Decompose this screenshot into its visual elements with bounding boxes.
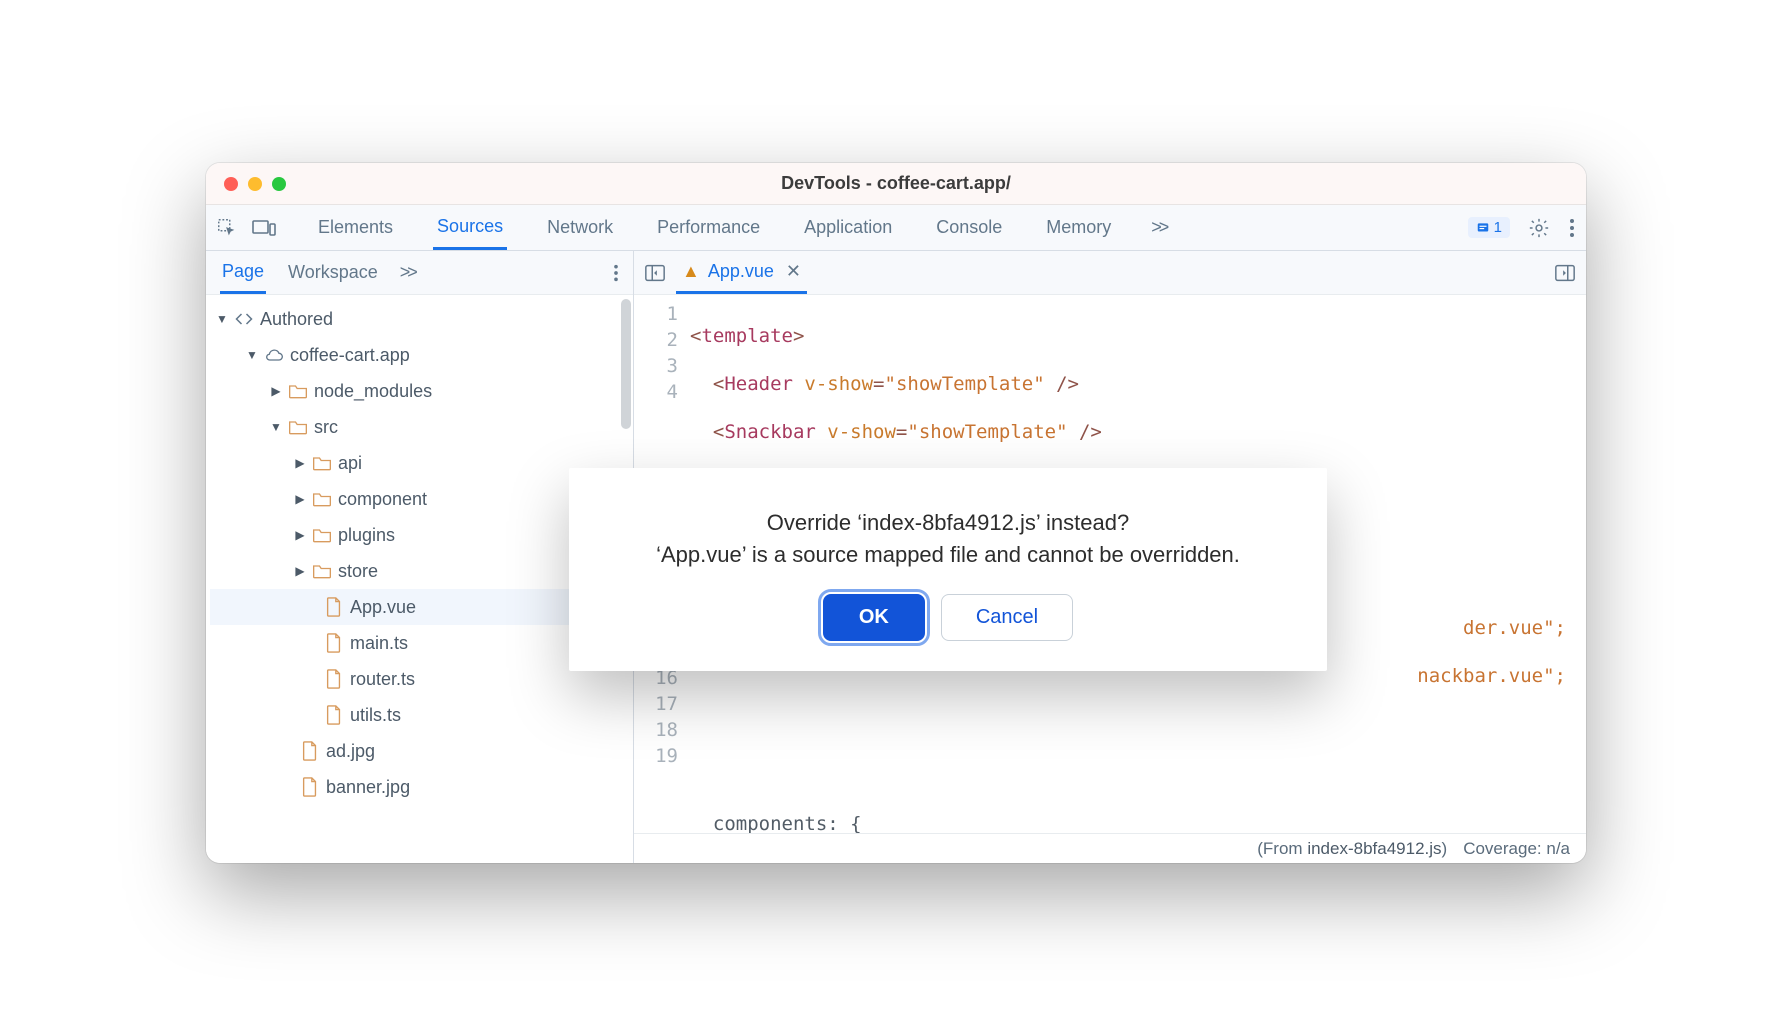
tree-label: main.ts: [350, 633, 408, 654]
tree-main-ts[interactable]: main.ts: [210, 625, 629, 661]
folder-icon: [312, 561, 332, 581]
tab-elements[interactable]: Elements: [314, 207, 397, 248]
coverage-status: Coverage: n/a: [1463, 839, 1570, 859]
ok-button[interactable]: OK: [823, 594, 925, 641]
warning-icon: ▲: [682, 261, 700, 282]
more-subtabs-icon[interactable]: >>: [400, 262, 415, 283]
close-tab-icon[interactable]: ✕: [786, 261, 801, 282]
editor-tab-label: App.vue: [708, 261, 774, 282]
tree-label: plugins: [338, 525, 395, 546]
tree-label: ad.jpg: [326, 741, 375, 762]
dialog-title: Override ‘index-8bfa4912.js’ instead?: [599, 510, 1297, 536]
tree-utils-ts[interactable]: utils.ts: [210, 697, 629, 733]
tree-label: node_modules: [314, 381, 432, 402]
tree-label: Authored: [260, 309, 333, 330]
settings-icon[interactable]: [1528, 217, 1550, 239]
inspect-element-icon[interactable]: [216, 217, 238, 239]
issues-badge[interactable]: 1: [1468, 217, 1510, 238]
tree-plugins[interactable]: plugins: [210, 517, 629, 553]
more-tabs-icon[interactable]: >>: [1151, 217, 1166, 238]
file-icon: [300, 777, 320, 797]
issues-count: 1: [1494, 219, 1502, 236]
subtab-page[interactable]: Page: [220, 252, 266, 294]
editor-tabstrip: ▲ App.vue ✕: [634, 251, 1586, 295]
file-icon: [324, 597, 344, 617]
tree-label: store: [338, 561, 378, 582]
folder-icon: [288, 381, 308, 401]
tab-network[interactable]: Network: [543, 207, 617, 248]
tree-components[interactable]: component: [210, 481, 629, 517]
tree-label: banner.jpg: [326, 777, 410, 798]
cancel-button[interactable]: Cancel: [941, 594, 1073, 641]
tree-label: coffee-cart.app: [290, 345, 410, 366]
titlebar: DevTools - coffee-cart.app/: [206, 163, 1586, 205]
window-title: DevTools - coffee-cart.app/: [206, 173, 1586, 194]
device-toolbar-icon[interactable]: [252, 218, 276, 238]
folder-icon: [312, 525, 332, 545]
tree-banner-jpg[interactable]: banner.jpg: [210, 769, 629, 805]
tree-store[interactable]: store: [210, 553, 629, 589]
subtab-workspace[interactable]: Workspace: [286, 253, 380, 292]
tab-sources[interactable]: Sources: [433, 206, 507, 250]
file-icon: [324, 705, 344, 725]
devtools-tabstrip: Elements Sources Network Performance App…: [206, 205, 1586, 251]
source-map-from: (From index-8bfa4912.js): [1257, 839, 1447, 859]
source-map-link[interactable]: index-8bfa4912.js: [1307, 839, 1441, 858]
tree-router-ts[interactable]: router.ts: [210, 661, 629, 697]
tree-label: api: [338, 453, 362, 474]
editor-tab-appvue[interactable]: ▲ App.vue ✕: [676, 251, 807, 294]
folder-icon: [312, 453, 332, 473]
navigator-toggle-icon[interactable]: [644, 263, 666, 283]
devtools-window: DevTools - coffee-cart.app/ Elements Sou…: [206, 163, 1586, 863]
tree-scrollbar-thumb[interactable]: [621, 299, 631, 429]
tree-app-vue[interactable]: App.vue: [210, 589, 629, 625]
tree-label: component: [338, 489, 427, 510]
tab-console[interactable]: Console: [932, 207, 1006, 248]
tree-api[interactable]: api: [210, 445, 629, 481]
folder-icon: [312, 489, 332, 509]
tree-label: App.vue: [350, 597, 416, 618]
tree-src[interactable]: src: [210, 409, 629, 445]
debugger-toggle-icon[interactable]: [1554, 263, 1576, 283]
tab-performance[interactable]: Performance: [653, 207, 764, 248]
tab-application[interactable]: Application: [800, 207, 896, 248]
more-menu-icon[interactable]: [1568, 217, 1576, 239]
editor-statusbar: (From index-8bfa4912.js) Coverage: n/a: [634, 833, 1586, 863]
tree-label: utils.ts: [350, 705, 401, 726]
dialog-message: ‘App.vue’ is a source mapped file and ca…: [599, 542, 1297, 568]
tree-label: router.ts: [350, 669, 415, 690]
sidebar-subtabs: Page Workspace >>: [206, 251, 633, 295]
tree-site[interactable]: coffee-cart.app: [210, 337, 629, 373]
tree-authored[interactable]: Authored: [210, 301, 629, 337]
tree-node-modules[interactable]: node_modules: [210, 373, 629, 409]
tab-memory[interactable]: Memory: [1042, 207, 1115, 248]
tree-ad-jpg[interactable]: ad.jpg: [210, 733, 629, 769]
sidebar-more-icon[interactable]: [613, 263, 619, 283]
file-icon: [300, 741, 320, 761]
cloud-icon: [264, 345, 284, 365]
file-icon: [324, 633, 344, 653]
file-icon: [324, 669, 344, 689]
override-dialog: Override ‘index-8bfa4912.js’ instead? ‘A…: [569, 468, 1327, 671]
authored-icon: [234, 309, 254, 329]
tree-label: src: [314, 417, 338, 438]
folder-icon: [288, 417, 308, 437]
